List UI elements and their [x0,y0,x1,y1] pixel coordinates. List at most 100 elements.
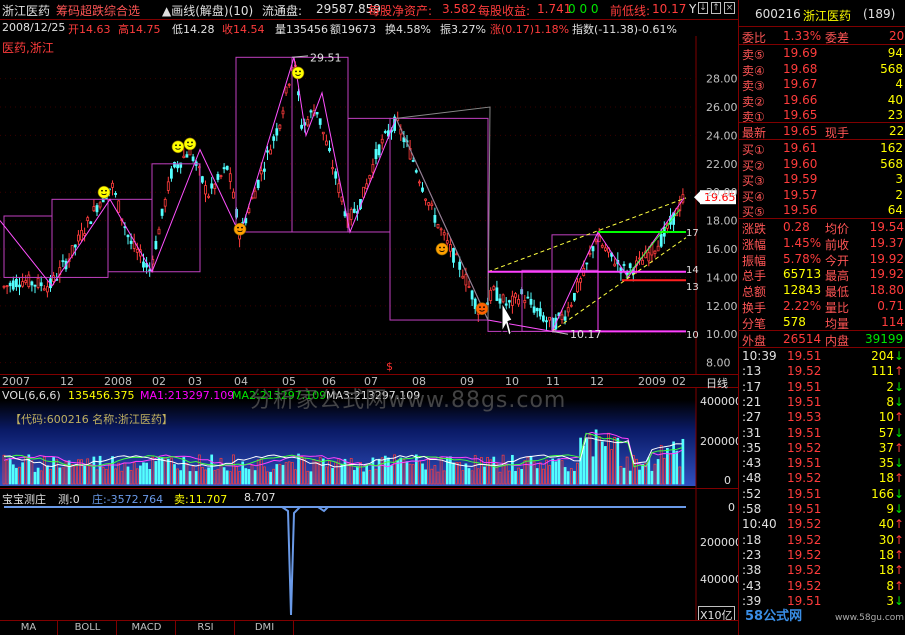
candle-body [535,307,539,312]
volume-bar [424,469,427,485]
weibi-value: 1.33% [783,29,822,43]
kline-chart[interactable]: 17 14 13 10 29.51 10.17 19.65 $ 28.00 26.00 24.00… [0,36,738,374]
site-url[interactable]: www.58gu.com [835,613,904,623]
smiley-eye [105,189,107,192]
stock-name[interactable]: 浙江医药 [2,2,50,19]
close-icon[interactable]: × [724,2,735,14]
volume-bar [405,461,409,485]
date-tick-label: 02 [672,375,686,388]
bid-volume: 2 [895,187,903,202]
candle-body [492,286,496,291]
volume-bar [622,467,626,485]
formula-name[interactable]: 筹码超跌综合选 [56,2,140,19]
signal-smiley-icon [475,302,489,315]
zigzag-box [487,271,553,332]
site-logo[interactable]: 58公式网 [745,605,802,624]
volume-bar [390,465,393,485]
candle-body [641,259,644,265]
tick-time: :43 [742,456,762,471]
tab-ma[interactable]: MA [0,621,58,635]
candle-body [89,221,93,225]
volume-bar [173,464,176,485]
bid-volume: 568 [880,156,903,171]
price-tick-label: 10.00 [706,328,738,341]
bid-price: 19.60 [783,156,818,171]
candle-body [321,131,325,135]
candle-body [256,179,260,189]
stat-value-2: 19.92 [869,267,904,282]
volume-bar [36,467,40,485]
info-amplitude: 振3.27% [440,23,486,36]
smiley-eye [299,70,301,73]
outer-inner-row: 外盘 26514 内盘 39199 [739,331,905,348]
uptrend-line [625,208,681,278]
candle-body [501,294,505,303]
channel-upper-line [487,197,687,273]
candle-body [532,306,536,313]
tab-dmi[interactable]: DMI [236,621,294,635]
current-price-tag-arrow [694,191,700,204]
info-index: 指数(-11.38)-0.61% [572,23,677,36]
tick-volume: 204 [871,349,894,363]
volume-bar [179,470,183,485]
candle-body [225,165,229,170]
volume-bar [672,441,675,485]
candle-body [129,240,133,244]
arrow-up-icon[interactable]: ↑ [711,2,721,14]
candle-body [653,250,657,254]
y-icon[interactable]: Y [689,2,696,16]
indicator-panel[interactable]: 宝宝测庄 测:0 庄:-3572.764 卖:11.707 8.707 0 20… [0,488,742,624]
vol-stock-tag: 【代码:600216 名称:浙江医药】 [10,413,173,426]
ohlc-info-line: 2008/12/25 开14.63 高14.75 低14.28 收14.54 量… [0,20,738,36]
latest-row: 最新 19.65 现手 22 [739,123,905,140]
support-label: 前低线: [610,4,651,18]
smiley-face [171,140,185,154]
arrow-down-icon[interactable]: ↓ [698,2,708,14]
tab-macd[interactable]: MACD [118,621,176,635]
kline-chart-svg[interactable]: 1714131029.5110.1719.65$ 28.0026.0024.00… [0,36,738,374]
volume-bar [551,458,555,485]
tick-up-arrow-icon: ↑ [893,532,904,547]
tab-rsi[interactable]: RSI [177,621,235,635]
zigzag-box [235,56,293,233]
candle-body [73,244,77,248]
smiley-eye [483,306,485,309]
tick-price: 19.51 [787,502,822,516]
tab-boll[interactable]: BOLL [59,621,117,635]
period-label[interactable]: ▲画线(解盘)(10) [162,2,253,19]
ask-volume: 94 [887,46,903,60]
volume-bar [641,463,644,485]
candle-body [337,183,341,194]
tick-price: 19.52 [787,440,822,455]
zigzag-box [151,163,201,273]
volume-bar [467,468,471,485]
candle-body [39,282,43,287]
stat-row: 涨幅 1.45% 前收 19.37 [739,235,905,252]
mouse-cursor-icon [501,301,513,337]
stat-row: 分笔 578 均量 114 [739,314,905,331]
price-tick-label: 26.00 [706,101,738,114]
volume-bar [585,438,589,485]
volume-panel[interactable]: VOL(6,6,6) 135456.375 MA1:213297.109 MA2… [0,388,742,488]
zigzag-box [521,269,599,332]
bid-row: 买② 19.60 568 [739,156,905,173]
candle-body [436,224,440,229]
bid-volume: 64 [887,203,903,217]
smiley-eye [241,226,243,229]
tick-time: :38 [742,563,762,578]
volume-bar [207,467,210,485]
volume-bar [58,467,62,485]
indicator-chart-svg[interactable] [0,489,738,621]
candle-body [417,181,421,184]
zigzag-box [389,117,489,321]
logo-text: 58公式网 [745,609,803,624]
candle-body [300,124,304,129]
stat-value-1: 2.22% [783,299,822,313]
tick-price: 19.52 [787,517,822,532]
candle-body [545,320,548,323]
volume-bar [21,462,24,485]
vol-tick-400000: 400000 [700,395,742,408]
smiley-eye [179,144,181,147]
volume-bar [154,461,158,485]
price-tick-label: 12.00 [706,300,738,313]
